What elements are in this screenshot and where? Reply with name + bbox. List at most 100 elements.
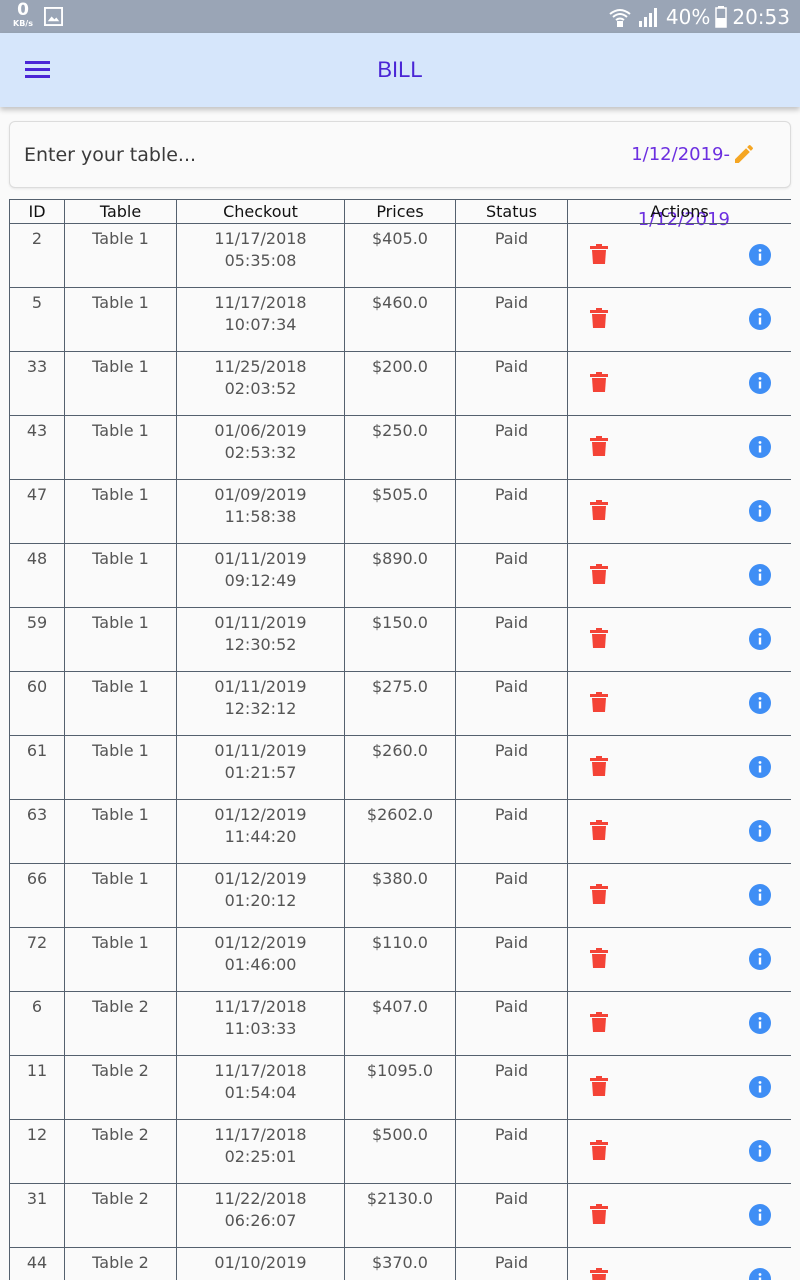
- info-icon[interactable]: [749, 1076, 771, 1098]
- date-range-label[interactable]: 1/12/2019-1/12/2019: [540, 122, 730, 230]
- table-row[interactable]: 33 Table 1 11/25/2018 02:03:52 $200.0 Paid: [9, 351, 791, 416]
- info-icon[interactable]: [749, 1204, 771, 1226]
- cell-status: Paid: [455, 1055, 568, 1120]
- cell-checkout: 11/17/2018 01:54:04: [176, 1055, 345, 1120]
- table-row[interactable]: 48 Table 1 01/11/2019 09:12:49 $890.0 Paid: [9, 543, 791, 608]
- table-row[interactable]: 60 Table 1 01/11/2019 12:32:12 $275.0 Paid: [9, 671, 791, 736]
- cell-actions: [567, 543, 791, 608]
- cell-checkout: 01/11/2019 09:12:49: [176, 543, 345, 608]
- info-icon[interactable]: [749, 628, 771, 650]
- info-icon[interactable]: [749, 884, 771, 906]
- trash-icon[interactable]: [590, 1140, 608, 1160]
- checkout-date: 11/17/2018: [214, 293, 307, 312]
- trash-icon[interactable]: [590, 1204, 608, 1224]
- info-icon[interactable]: [749, 564, 771, 586]
- info-icon[interactable]: [749, 1268, 771, 1280]
- checkout-date: 01/11/2019: [214, 613, 307, 632]
- info-icon[interactable]: [749, 308, 771, 330]
- info-icon[interactable]: [749, 1140, 771, 1162]
- cell-id: 48: [9, 543, 65, 608]
- trash-icon[interactable]: [590, 500, 608, 520]
- cell-status: Paid: [455, 607, 568, 672]
- cell-actions: [567, 415, 791, 480]
- table-row[interactable]: 72 Table 1 01/12/2019 01:46:00 $110.0 Paid: [9, 927, 791, 992]
- info-icon[interactable]: [749, 500, 771, 522]
- info-icon[interactable]: [749, 244, 771, 266]
- trash-icon[interactable]: [590, 628, 608, 648]
- cell-price: $1095.0: [344, 1055, 456, 1120]
- checkout-date: 11/22/2018: [214, 1189, 307, 1208]
- table-row[interactable]: 66 Table 1 01/12/2019 01:20:12 $380.0 Paid: [9, 863, 791, 928]
- column-header-id: ID: [9, 199, 65, 224]
- cell-actions: [567, 479, 791, 544]
- trash-icon[interactable]: [590, 884, 608, 904]
- cell-checkout: 01/09/2019 11:58:38: [176, 479, 345, 544]
- checkout-time: 12:30:52: [224, 635, 297, 654]
- info-icon[interactable]: [749, 820, 771, 842]
- trash-icon[interactable]: [590, 1076, 608, 1096]
- battery-percent: 40%: [665, 4, 711, 29]
- table-row[interactable]: 47 Table 1 01/09/2019 11:58:38 $505.0 Paid: [9, 479, 791, 544]
- cell-checkout: 11/17/2018 11:03:33: [176, 991, 345, 1056]
- gallery-notification-icon: [44, 7, 63, 26]
- table-row[interactable]: 59 Table 1 01/11/2019 12:30:52 $150.0 Paid: [9, 607, 791, 672]
- checkout-date: 11/17/2018: [214, 1125, 307, 1144]
- table-row[interactable]: 63 Table 1 01/12/2019 11:44:20 $2602.0 Paid: [9, 799, 791, 864]
- menu-icon[interactable]: [25, 61, 51, 79]
- info-icon[interactable]: [749, 948, 771, 970]
- info-icon[interactable]: [749, 372, 771, 394]
- table-row[interactable]: 11 Table 2 11/17/2018 01:54:04 $1095.0 Paid: [9, 1055, 791, 1120]
- cell-status: Paid: [455, 287, 568, 352]
- trash-icon[interactable]: [590, 820, 608, 840]
- cell-checkout: 01/11/2019 12:30:52: [176, 607, 345, 672]
- cell-id: 44: [9, 1247, 65, 1280]
- cell-status: Paid: [455, 479, 568, 544]
- cell-id: 72: [9, 927, 65, 992]
- trash-icon[interactable]: [590, 372, 608, 392]
- cell-table: Table 2: [64, 1183, 177, 1248]
- cell-checkout: 01/11/2019 01:21:57: [176, 735, 345, 800]
- checkout-date: 01/11/2019: [214, 677, 307, 696]
- checkout-date: 11/17/2018: [214, 229, 307, 248]
- table-search-input[interactable]: [24, 122, 444, 187]
- trash-icon[interactable]: [590, 244, 608, 264]
- bill-table-container[interactable]: ID Table Checkout Prices Status Actions …: [9, 199, 791, 1280]
- checkout-time: 11:58:38: [224, 507, 297, 526]
- table-row[interactable]: 61 Table 1 01/11/2019 01:21:57 $260.0 Paid: [9, 735, 791, 800]
- cell-status: Paid: [455, 223, 568, 288]
- table-row[interactable]: 2 Table 1 11/17/2018 05:35:08 $405.0 Paid: [9, 223, 791, 288]
- cell-actions: [567, 1055, 791, 1120]
- cell-id: 12: [9, 1119, 65, 1184]
- info-icon[interactable]: [749, 1012, 771, 1034]
- trash-icon[interactable]: [590, 948, 608, 968]
- table-row[interactable]: 31 Table 2 11/22/2018 06:26:07 $2130.0 Paid: [9, 1183, 791, 1248]
- checkout-date: 11/17/2018: [214, 1061, 307, 1080]
- cell-checkout: 11/17/2018 05:35:08: [176, 223, 345, 288]
- table-row[interactable]: 43 Table 1 01/06/2019 02:53:32 $250.0 Paid: [9, 415, 791, 480]
- trash-icon[interactable]: [590, 1268, 608, 1280]
- trash-icon[interactable]: [590, 308, 608, 328]
- trash-icon[interactable]: [590, 436, 608, 456]
- table-row[interactable]: 6 Table 2 11/17/2018 11:03:33 $407.0 Paid: [9, 991, 791, 1056]
- info-icon[interactable]: [749, 692, 771, 714]
- cell-actions: [567, 863, 791, 928]
- trash-icon[interactable]: [590, 1012, 608, 1032]
- table-row[interactable]: 44 Table 2 01/10/2019 $370.0 Paid: [9, 1247, 791, 1280]
- cell-table: Table 1: [64, 927, 177, 992]
- cell-table: Table 1: [64, 799, 177, 864]
- pencil-icon[interactable]: [732, 142, 756, 166]
- info-icon[interactable]: [749, 436, 771, 458]
- cell-price: $505.0: [344, 479, 456, 544]
- table-row[interactable]: 5 Table 1 11/17/2018 10:07:34 $460.0 Paid: [9, 287, 791, 352]
- cell-table: Table 1: [64, 671, 177, 736]
- checkout-time: 02:25:01: [224, 1147, 297, 1166]
- trash-icon[interactable]: [590, 756, 608, 776]
- clock: 20:53: [732, 4, 790, 29]
- table-row[interactable]: 12 Table 2 11/17/2018 02:25:01 $500.0 Paid: [9, 1119, 791, 1184]
- info-icon[interactable]: [749, 756, 771, 778]
- cell-actions: [567, 223, 791, 288]
- trash-icon[interactable]: [590, 692, 608, 712]
- trash-icon[interactable]: [590, 564, 608, 584]
- cell-checkout: 01/11/2019 12:32:12: [176, 671, 345, 736]
- page-title: BILL: [377, 57, 423, 82]
